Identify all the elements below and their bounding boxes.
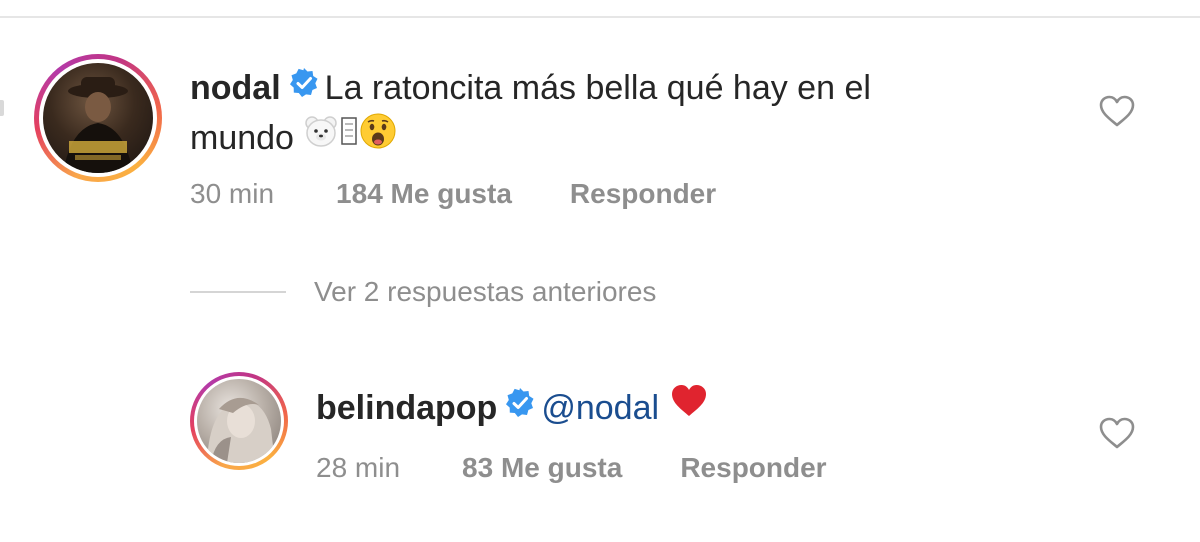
avatar-image [43, 63, 153, 173]
comment-text-line1: La ratoncita más bella qué hay en el [324, 69, 871, 107]
comment-meta: 28 min 83 Me gusta Responder [316, 452, 827, 484]
anguished-face-icon [359, 112, 397, 163]
comment-time: 28 min [316, 452, 401, 483]
likes-count[interactable]: 83 Me gusta [462, 452, 622, 484]
comment-body: belindapop @nodal [316, 384, 1076, 435]
avatar-photo-icon [207, 397, 275, 463]
reply-button[interactable]: Responder [680, 452, 826, 484]
view-replies-link[interactable]: Ver 2 respuestas anteriores [314, 276, 656, 308]
verified-badge-icon [289, 63, 319, 111]
red-heart-icon [669, 383, 709, 432]
comment-body: nodal La ratoncita más bella qué hay en e… [190, 64, 1070, 166]
likes-count[interactable]: 184 Me gusta [336, 178, 512, 210]
avatar-nodal[interactable] [34, 54, 162, 182]
comment-meta: 30 min 184 Me gusta Responder [190, 178, 716, 210]
comment-text-line2: mundo [190, 119, 294, 158]
mention-link[interactable]: @nodal [541, 389, 659, 427]
view-replies-row[interactable]: Ver 2 respuestas anteriores [190, 276, 656, 308]
like-heart-icon[interactable] [1098, 416, 1136, 455]
like-heart-icon[interactable] [1098, 94, 1136, 133]
verified-badge-icon [505, 383, 535, 431]
replies-divider [190, 291, 286, 293]
username[interactable]: nodal [190, 69, 281, 107]
left-edge-marker [0, 100, 4, 116]
avatar-image [197, 379, 281, 463]
reply-button[interactable]: Responder [570, 178, 716, 210]
avatar-belindapop[interactable] [190, 372, 288, 470]
avatar-photo-icon [63, 77, 133, 173]
polar-bear-face-icon [303, 113, 339, 162]
top-divider [0, 16, 1200, 18]
missing-glyph-icon [339, 113, 359, 161]
comment-time: 30 min [190, 178, 275, 209]
username[interactable]: belindapop [316, 389, 497, 427]
